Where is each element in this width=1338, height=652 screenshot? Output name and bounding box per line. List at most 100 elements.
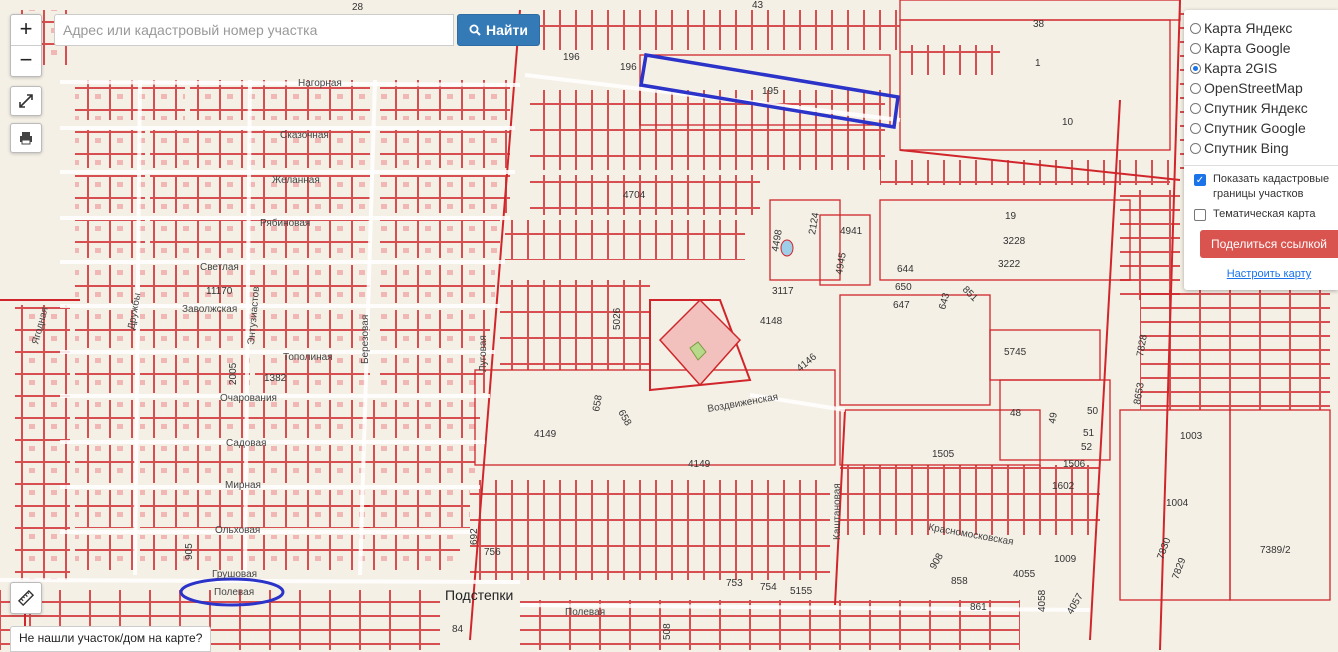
- street-label: Рябиновая: [260, 217, 310, 229]
- layer-option-label: Карта Яндекс: [1204, 20, 1293, 36]
- parcel-number-label: 52: [1081, 442, 1093, 453]
- residential-block: [75, 220, 145, 258]
- parcel-number-label: 1009: [1054, 554, 1077, 565]
- parcel-number-label: 28: [352, 2, 364, 13]
- parcel-number-label: 647: [893, 300, 910, 311]
- checkbox-unchecked: [1194, 209, 1206, 221]
- residential-block: [370, 400, 480, 438]
- layer-option-label: Спутник Яндекс: [1204, 100, 1308, 116]
- zoom-out-button[interactable]: −: [11, 46, 41, 76]
- radio-unselected: [1190, 102, 1201, 114]
- street-label: Тополиная: [283, 352, 333, 363]
- ruler-button[interactable]: [10, 582, 42, 614]
- parcel-number-label: 756: [484, 547, 501, 558]
- residential-block: [140, 490, 370, 528]
- residential-block: [75, 445, 135, 483]
- not-found-button[interactable]: Не нашли участок/дом на карте?: [10, 626, 212, 652]
- parcel-number-label: 11170: [206, 286, 233, 297]
- layer-option-label: Спутник Bing: [1204, 140, 1289, 156]
- town-label: Подстепки: [445, 587, 513, 603]
- parcel-number-label: 4055: [1013, 569, 1036, 580]
- layer-option[interactable]: Карта Google: [1184, 38, 1338, 58]
- parcel-number-label: 650: [895, 282, 912, 293]
- fullscreen-button[interactable]: [10, 86, 42, 116]
- parcel-number-label: 195: [762, 86, 779, 97]
- residential-block: [75, 130, 145, 168]
- parcel-block: [500, 280, 650, 370]
- parcel-number-label: 19: [1005, 211, 1017, 222]
- layer-option[interactable]: Спутник Bing: [1184, 138, 1338, 158]
- layers-panel: Карта Яндекс Карта Google Карта 2GIS OpenSt…: [1184, 10, 1338, 290]
- parcel-number-label: 644: [897, 264, 914, 275]
- residential-block: [75, 355, 135, 393]
- radio-selected: [1190, 62, 1201, 74]
- parcel-number-label: 38: [1033, 19, 1045, 30]
- radio-unselected: [1190, 122, 1201, 134]
- residential-block: [75, 175, 145, 213]
- thematic-map-checkbox[interactable]: Тематическая карта: [1184, 207, 1338, 222]
- parcel-block: [505, 220, 745, 260]
- layer-option[interactable]: Карта 2GIS: [1184, 58, 1338, 78]
- residential-block: [75, 490, 135, 528]
- cadastral-map[interactable]: 28 43381961961951104704494121244498494519…: [0, 0, 1338, 650]
- cadastral-borders-label: Показать кадастровые границы участков: [1213, 173, 1330, 200]
- residential-block: [360, 535, 460, 570]
- parcel-number-label: 84: [452, 624, 464, 635]
- street-label: Луговая: [478, 335, 489, 372]
- parcel-number-label: 4149: [688, 459, 711, 470]
- find-button[interactable]: Найти: [457, 14, 540, 46]
- parcel-number-label: 1602: [1052, 481, 1075, 492]
- parcel-number-label: 692: [469, 528, 480, 545]
- parcel-number-label: 4148: [760, 316, 783, 327]
- residential-block: [190, 80, 370, 120]
- residential-block: [360, 490, 470, 528]
- parcel-number-label: 3222: [998, 259, 1021, 270]
- street-label: Каштановая: [832, 483, 843, 540]
- layer-option-label: Спутник Google: [1204, 120, 1306, 136]
- layer-option[interactable]: Карта Яндекс: [1184, 18, 1338, 38]
- fullscreen-icon: [19, 94, 33, 108]
- street-label: Грушовая: [212, 569, 257, 580]
- layer-option-label: Карта Google: [1204, 40, 1291, 56]
- ruler-icon: [17, 589, 35, 607]
- residential-block: [380, 355, 485, 393]
- parcel-number-label: 5745: [1004, 347, 1027, 358]
- street-label: Очарования: [220, 393, 277, 404]
- layer-option-label: Карта 2GIS: [1204, 60, 1278, 76]
- parcel-number-label: 4058: [1037, 589, 1048, 612]
- layer-option[interactable]: OpenStreetMap: [1184, 78, 1338, 98]
- zoom-control: + −: [10, 14, 42, 77]
- parcel-number-label: 50: [1087, 406, 1099, 417]
- residential-block: [140, 535, 360, 570]
- cadastral-borders-checkbox[interactable]: ✓ Показать кадастровые границы участков: [1184, 172, 1338, 202]
- street-label: Желанная: [272, 175, 320, 186]
- zoom-in-button[interactable]: +: [11, 15, 41, 46]
- print-button[interactable]: [10, 123, 42, 153]
- street-label: Мирная: [225, 480, 261, 491]
- configure-map-link[interactable]: Настроить карту: [1184, 268, 1338, 280]
- parcel-number-label: 861: [970, 602, 987, 613]
- parcel-number-label: 43: [752, 0, 764, 11]
- parcel-block: [900, 45, 1000, 75]
- search-input[interactable]: [54, 14, 454, 46]
- residential-block: [75, 80, 185, 120]
- residential-block: [380, 175, 510, 213]
- residential-block: [150, 130, 370, 168]
- street-label: Березовая: [360, 315, 371, 364]
- layer-option[interactable]: Спутник Google: [1184, 118, 1338, 138]
- parcel-block: [530, 90, 885, 170]
- street-label: Сказочная: [280, 130, 329, 141]
- residential-block: [75, 265, 135, 303]
- street-label: Ольховая: [215, 525, 260, 536]
- residential-block: [140, 400, 370, 438]
- parcel-number-label: 5026: [612, 307, 623, 330]
- residential-block: [75, 535, 135, 570]
- printer-icon: [20, 132, 32, 145]
- panel-divider: [1184, 165, 1338, 166]
- layer-option[interactable]: Спутник Яндекс: [1184, 98, 1338, 118]
- parcel-number-label: 2005: [228, 362, 239, 385]
- pond: [780, 239, 794, 257]
- residential-block: [380, 265, 495, 303]
- share-link-button[interactable]: Поделиться ссылкой: [1200, 230, 1338, 258]
- parcel-number-label: 196: [620, 62, 637, 73]
